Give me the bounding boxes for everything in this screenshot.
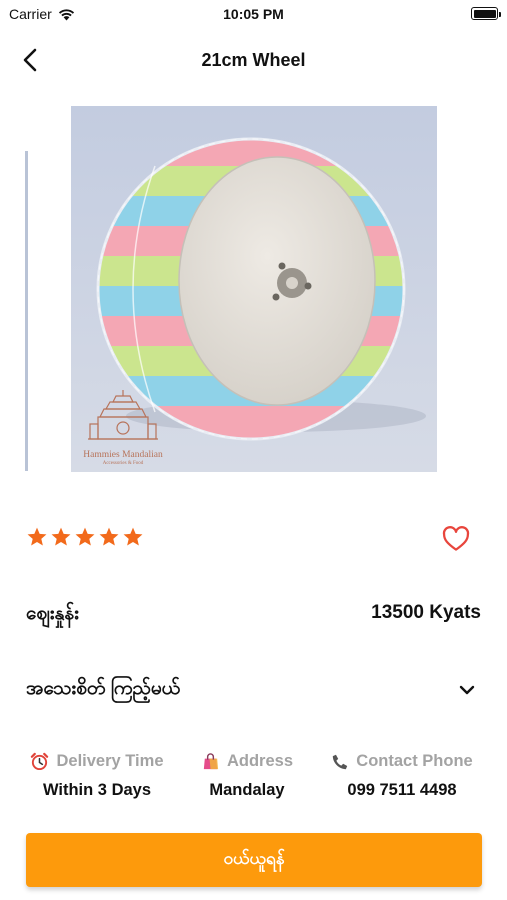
price-value: 13500 Kyats — [371, 602, 481, 623]
address-info: Address Mandalay — [192, 752, 302, 800]
star-icon — [99, 527, 119, 546]
info-grid: Delivery Time Within 3 Days Address Mand… — [0, 752, 507, 804]
shopping-bag-icon — [203, 753, 219, 770]
star-rating — [26, 526, 144, 548]
battery-icon — [471, 7, 501, 20]
delivery-time-label: Delivery Time — [56, 752, 164, 770]
pagoda-logo-icon — [88, 390, 158, 440]
star-icon — [123, 527, 143, 546]
shop-logo-name: Hammies Mandalian — [83, 450, 163, 460]
previous-image-edge — [25, 151, 28, 471]
contact-phone-label: Contact Phone — [356, 752, 473, 770]
star-icon — [27, 527, 47, 546]
star-icon — [75, 527, 95, 546]
rating-row — [26, 524, 481, 556]
chevron-down-icon — [459, 685, 475, 695]
address-value: Mandalay — [209, 781, 285, 799]
price-row: ဈေးနှုန်း 13500 Kyats — [26, 598, 481, 628]
phone-icon — [333, 754, 348, 769]
product-image[interactable]: Hammies Mandalian Accessories & Food — [71, 106, 437, 472]
contact-phone-value[interactable]: 099 7511 4498 — [322, 781, 482, 800]
address-label: Address — [226, 752, 294, 770]
heart-outline-icon — [442, 526, 470, 551]
delivery-time-info: Delivery Time Within 3 Days — [22, 752, 172, 800]
contact-phone-info[interactable]: Contact Phone 099 7511 4498 — [322, 752, 482, 800]
nav-bar: 21cm Wheel — [0, 38, 507, 82]
status-bar: Carrier 10:05 PM — [0, 0, 507, 28]
details-expander[interactable]: အသေးစိတ် ကြည့်မယ် — [26, 672, 481, 706]
status-time: 10:05 PM — [223, 6, 284, 22]
buy-button[interactable]: ဝယ်ယူရန် — [26, 833, 482, 887]
favorite-button[interactable] — [441, 524, 471, 554]
star-icon — [51, 527, 71, 546]
shop-logo-tagline: Accessories & Food — [102, 460, 144, 466]
product-gallery[interactable]: Hammies Mandalian Accessories & Food — [0, 106, 507, 472]
alarm-clock-icon — [31, 752, 49, 771]
page-title: 21cm Wheel — [201, 50, 306, 70]
details-label: အသေးစိတ် ကြည့်မယ် — [26, 678, 181, 699]
shop-logo: Hammies Mandalian Accessories & Food — [77, 388, 169, 467]
delivery-time-value: Within 3 Days — [42, 781, 152, 799]
price-label: ဈေးနှုန်း — [26, 603, 79, 624]
